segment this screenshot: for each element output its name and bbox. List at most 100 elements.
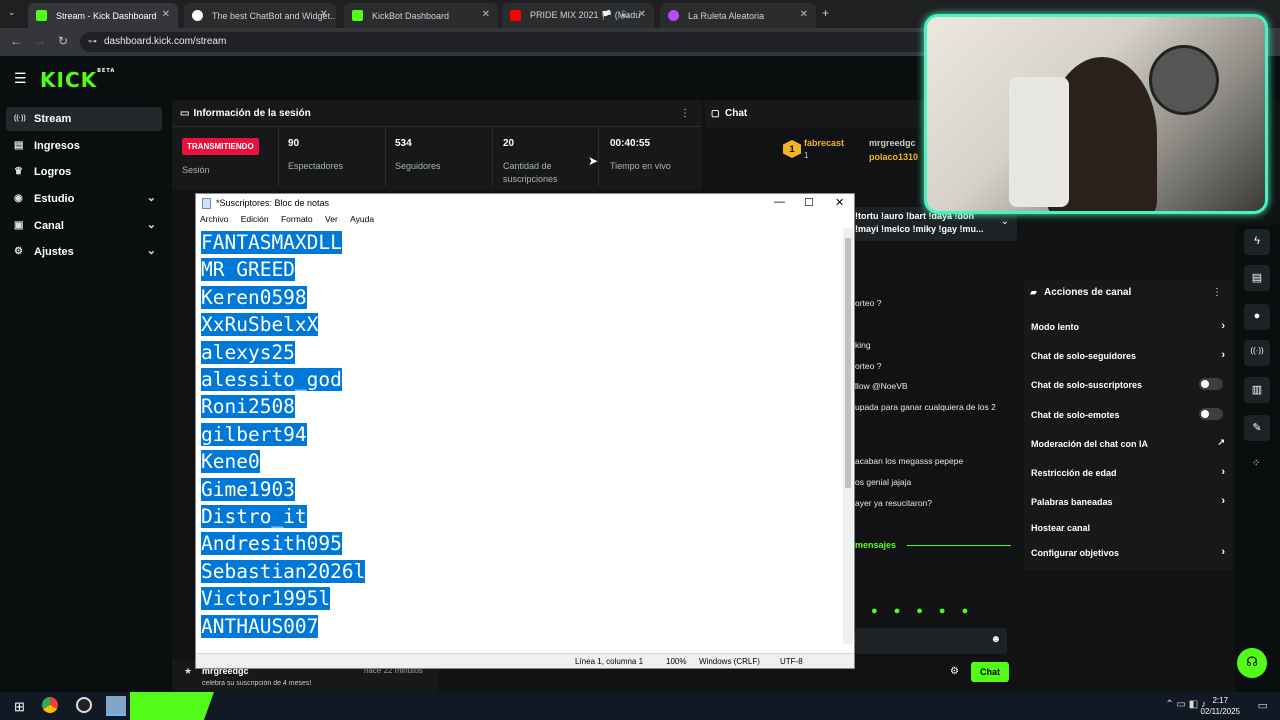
settings-icon: ⚙: [14, 246, 23, 257]
tab-stream-kick-dashboard[interactable]: Stream - Kick Dashboard ✕: [28, 3, 178, 28]
close-icon[interactable]: ✕: [482, 9, 490, 20]
action-moderacion-ia[interactable]: Moderación del chat con IA ↗: [1031, 437, 1231, 449]
top-gifter-name[interactable]: fabrecast: [804, 138, 844, 148]
text-line: Andresith095: [201, 532, 342, 556]
action-palabras-baneadas[interactable]: Palabras baneadas ›: [1031, 495, 1231, 507]
obs-icon[interactable]: [76, 697, 92, 713]
tab-kickbot[interactable]: KickBot Dashboard ✕: [344, 3, 498, 28]
action-restriccion-edad[interactable]: Restricción de edad ›: [1031, 466, 1231, 478]
notepad-menu-bar: Archivo Edición Formato Ver Ayuda: [196, 214, 854, 228]
notepad-status-bar: Línea 1, columna 1 100% Windows (CRLF) U…: [196, 653, 854, 668]
tab-search-icon[interactable]: ⌄: [8, 7, 16, 18]
kick-logo[interactable]: KICKBETA: [40, 68, 115, 92]
close-icon[interactable]: ✕: [162, 9, 170, 20]
chevron-right-icon: ›: [1221, 495, 1225, 507]
sidebar-item-logros[interactable]: ♛ Logros: [6, 160, 162, 184]
text-line: alexys25: [201, 340, 295, 364]
settings-icon[interactable]: ⚙: [950, 666, 959, 677]
text-line: Distro_it: [201, 505, 307, 529]
sidebar-item-canal[interactable]: ▣ Canal ⌄: [6, 214, 162, 238]
new-tab-icon[interactable]: +: [822, 6, 829, 20]
layout-icon[interactable]: ▥: [1244, 377, 1270, 403]
close-icon[interactable]: 🔈: [620, 9, 632, 20]
action-solo-seguidores[interactable]: Chat de solo-seguidores ›: [1031, 349, 1231, 361]
sidebar-item-estudio[interactable]: ◉ Estudio ⌄: [6, 187, 162, 211]
close-icon[interactable]: ✕: [320, 9, 328, 20]
windows-start-icon[interactable]: ⊞: [14, 699, 25, 715]
sidebar-item-stream[interactable]: ((·)) Stream: [6, 107, 162, 131]
action-hostear-canal[interactable]: Hostear canal: [1031, 523, 1231, 533]
close-icon[interactable]: ✕: [638, 9, 646, 20]
notes-icon[interactable]: ▤: [1244, 265, 1270, 291]
webcam-overlay: [924, 14, 1268, 214]
lightning-icon: ▰: [1030, 287, 1037, 297]
menu-formato[interactable]: Formato: [281, 214, 313, 224]
studio-icon: ◉: [14, 193, 23, 204]
chat-input[interactable]: ☻: [855, 628, 1007, 654]
maximize-icon[interactable]: ☐: [804, 196, 814, 209]
minimize-icon[interactable]: —: [774, 196, 785, 208]
taskbar-green-app[interactable]: [130, 692, 214, 720]
notepad-titlebar[interactable]: *Suscriptores: Bloc de notas — ☐ ✕: [196, 194, 854, 214]
toggle-switch[interactable]: [1199, 408, 1223, 420]
right-tool-rail: ϟ ▤ ● ((·)) ▥ ✎ ⁘ ☊: [1235, 225, 1280, 695]
menu-archivo[interactable]: Archivo: [200, 214, 228, 224]
menu-ayuda[interactable]: Ayuda: [350, 214, 374, 224]
support-button[interactable]: ☊: [1237, 648, 1267, 678]
chevron-right-icon: ›: [1221, 320, 1225, 332]
action-solo-suscriptores[interactable]: Chat de solo-suscriptores: [1031, 378, 1231, 390]
text-line: XxRuSbelxX: [201, 313, 319, 337]
back-icon[interactable]: ←: [10, 34, 22, 48]
chevron-down-icon: ⌄: [146, 219, 156, 231]
live-badge: TRANSMITIENDO: [182, 138, 259, 155]
third-gifter-name[interactable]: polaco1310: [869, 152, 918, 162]
site-info-icon[interactable]: ⊶: [88, 36, 97, 47]
dots-icon[interactable]: ⁘: [1252, 458, 1260, 469]
text-line: MR GREED: [201, 258, 295, 282]
action-configurar-objetivos[interactable]: Configurar objetivos ›: [1031, 546, 1231, 558]
chevron-down-icon[interactable]: ⌄: [1001, 216, 1009, 227]
taskbar-clock[interactable]: 2:17 02/11/2025: [1201, 695, 1240, 717]
vertical-scrollbar[interactable]: [843, 228, 853, 644]
sidebar-item-ingresos[interactable]: ▤ Ingresos: [6, 134, 162, 158]
notifications-icon[interactable]: ▭: [1258, 699, 1268, 712]
second-gifter-name[interactable]: mrgreedgc: [869, 138, 916, 148]
menu-icon[interactable]: ☰: [14, 70, 27, 87]
close-icon[interactable]: ✕: [835, 196, 844, 209]
text-line: Keren0598: [201, 285, 307, 309]
chrome-icon[interactable]: [42, 697, 58, 713]
action-solo-emotes[interactable]: Chat de solo-emotes: [1031, 408, 1231, 420]
close-icon[interactable]: ✕: [800, 9, 808, 20]
divider: [172, 126, 702, 127]
notepad-text-area[interactable]: FANTASMAXDLL MR GREED Keren0598 XxRuSbel…: [201, 229, 841, 641]
wrench-icon[interactable]: ✎: [1244, 415, 1270, 441]
text-line: Kene0: [201, 450, 260, 474]
new-messages-divider[interactable]: mensajes: [855, 540, 896, 550]
send-chat-button[interactable]: Chat: [971, 662, 1009, 682]
scroll-thumb[interactable]: [845, 238, 851, 488]
lightning-icon[interactable]: ϟ: [1244, 229, 1270, 255]
divider: [907, 545, 1011, 546]
action-modo-lento[interactable]: Modo lento ›: [1031, 320, 1231, 332]
tab-pride-mix[interactable]: PRIDE MIX 2021 🏳️ (Madu 🔈 ✕: [502, 3, 654, 28]
forward-icon[interactable]: →: [34, 34, 46, 48]
url-field[interactable]: ⊶ dashboard.kick.com/stream: [80, 32, 940, 52]
notepad-taskbar-icon[interactable]: [106, 696, 126, 716]
tab-chatbot[interactable]: The best ChatBot and Widget... ✕: [184, 3, 336, 28]
chat-bubble-icon[interactable]: ●: [1244, 304, 1270, 330]
tab-ruleta[interactable]: La Ruleta Aleatoria ✕: [660, 3, 816, 28]
subs-label: Cantidad de suscripciones: [503, 161, 558, 184]
menu-ver[interactable]: Ver: [325, 214, 338, 224]
sidebar-item-ajustes[interactable]: ⚙ Ajustes ⌄: [6, 240, 162, 264]
reload-icon[interactable]: ↻: [58, 34, 68, 48]
mouse-cursor-icon: ➤: [588, 154, 599, 168]
menu-edicion[interactable]: Edición: [241, 214, 269, 224]
more-options-icon[interactable]: ⋮: [1212, 287, 1222, 298]
more-options-icon[interactable]: ⋮: [680, 108, 690, 119]
channel-actions-title: Acciones de canal: [1044, 287, 1132, 298]
emoji-icon[interactable]: ☻: [990, 634, 1001, 645]
broadcast-icon[interactable]: ((·)): [1244, 340, 1270, 366]
toggle-switch[interactable]: [1199, 378, 1223, 390]
broadcast-icon: ((·)): [14, 115, 26, 122]
emote-row: ●●●●●: [871, 605, 985, 617]
